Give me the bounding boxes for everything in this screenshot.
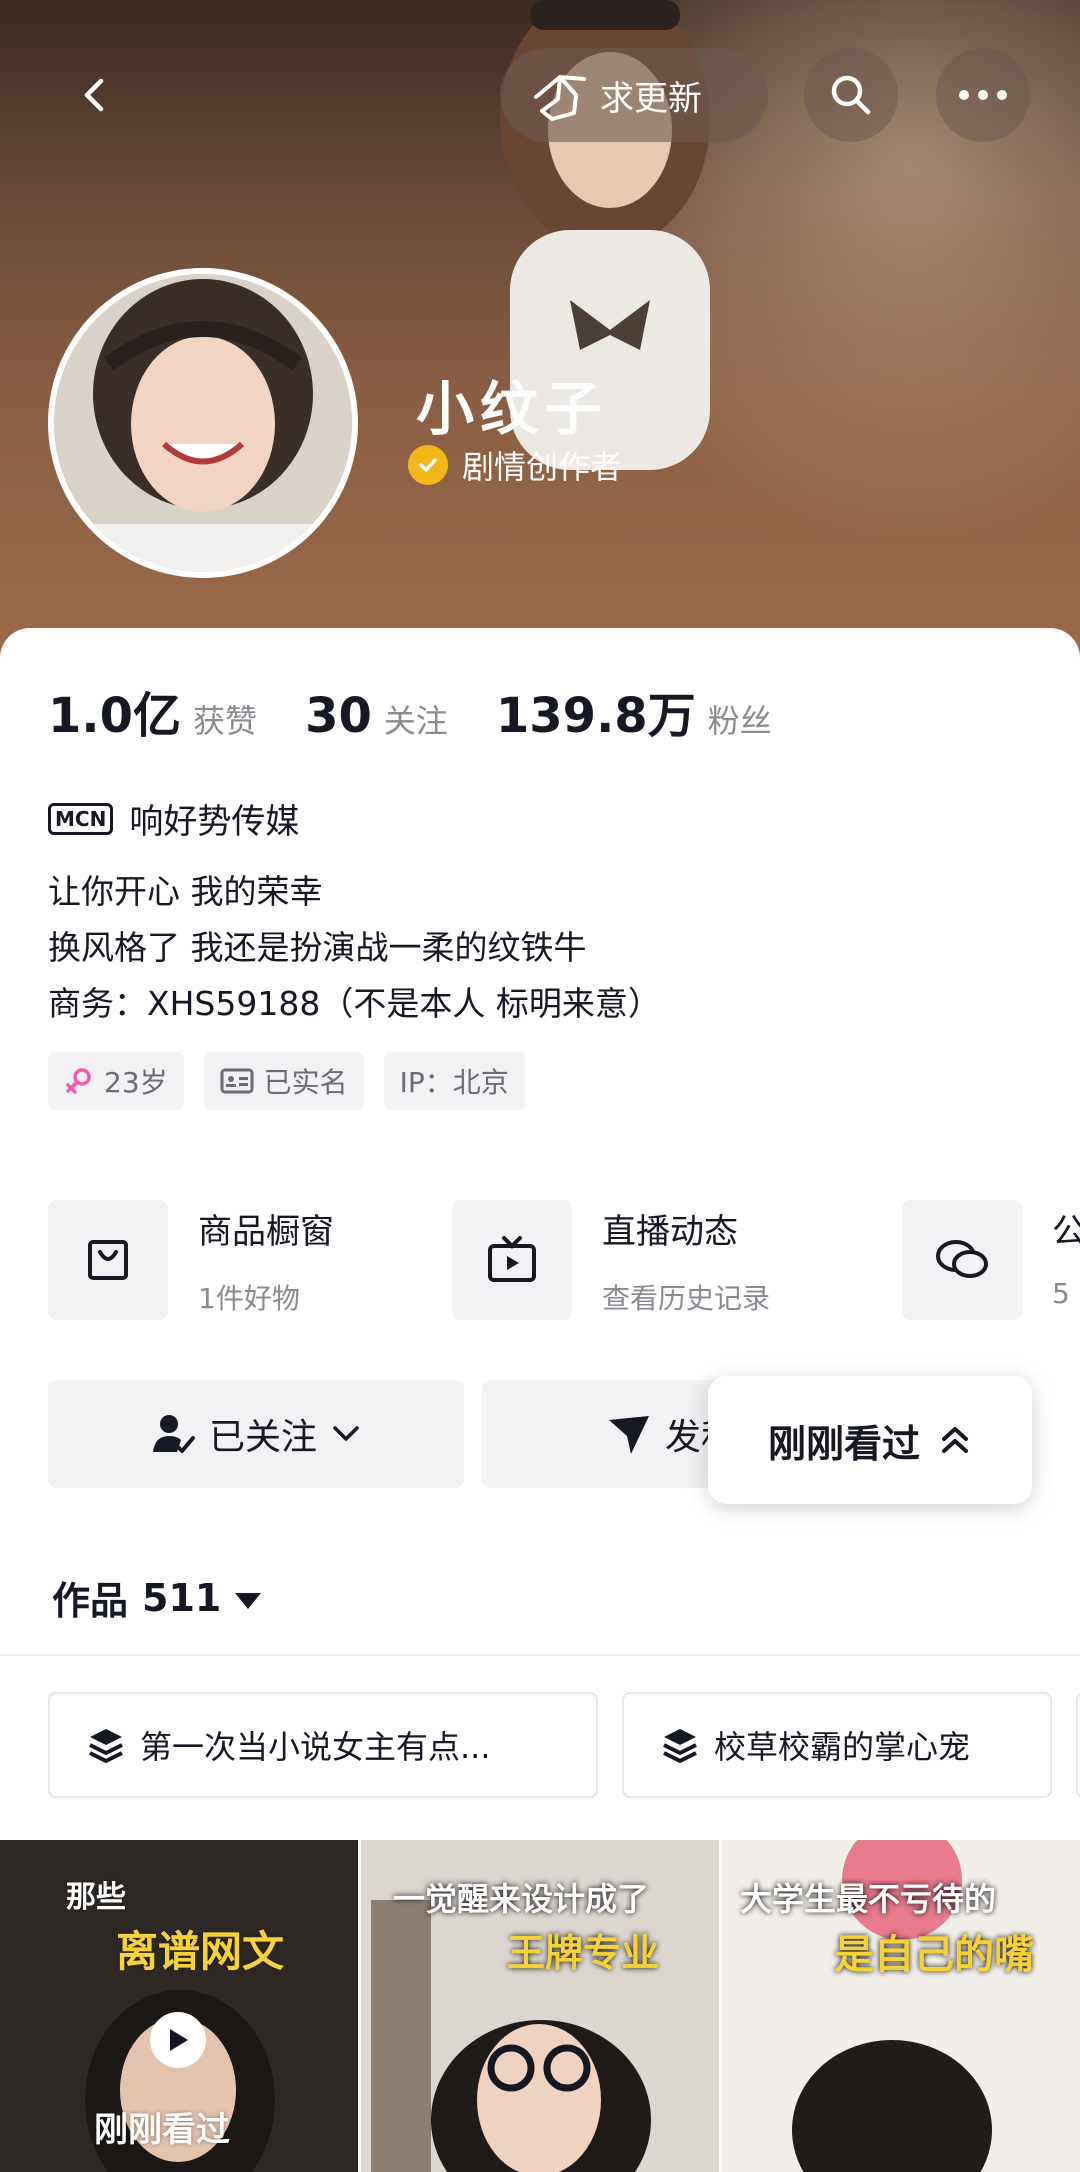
shopping-bag-icon: [88, 1240, 128, 1280]
paper-plane-icon: [608, 1416, 649, 1454]
service-icon-box: [902, 1200, 1022, 1320]
mcn-row[interactable]: MCN 响好势传媒: [48, 794, 299, 843]
service-subtitle: 5: [1052, 1277, 1070, 1310]
video-caption-line1: 一觉醒来设计成了: [393, 1880, 650, 1918]
service-subtitle: 1件好物: [198, 1282, 300, 1315]
real-name-label: 已实名: [263, 1066, 348, 1099]
following-label[interactable]: 关注: [384, 696, 448, 742]
id-card-icon: [220, 1068, 254, 1094]
verified-check-icon: [408, 445, 448, 485]
layers-icon: [89, 1729, 123, 1763]
video-caption-line1: 大学生最不亏待的: [740, 1880, 997, 1918]
avatar-photo: [54, 274, 352, 572]
service-title: 公: [1052, 1212, 1080, 1252]
avatar[interactable]: [48, 268, 358, 578]
age-tag: 23岁: [48, 1052, 184, 1110]
followed-button[interactable]: 已关注: [48, 1380, 464, 1488]
bio: 让你开心 我的荣幸 换风格了 我还是扮演战一柔的纹铁牛 商务：XHS59188（…: [48, 864, 661, 1032]
collection-item[interactable]: 校草校霸的掌心宠: [622, 1692, 1052, 1798]
chevron-left-icon: [84, 78, 104, 112]
request-update-button[interactable]: 求更新: [500, 48, 768, 142]
service-showcase[interactable]: 商品橱窗 1件好物: [48, 1200, 334, 1320]
services-row: 商品橱窗 1件好物 直播动态 查看历史记录 公 5: [48, 1200, 1080, 1320]
just-watched-label: 刚刚看过: [767, 1421, 920, 1466]
service-title: 商品橱窗: [198, 1212, 334, 1252]
just-watched-button[interactable]: 刚刚看过: [708, 1376, 1032, 1504]
stats-row: 1.0亿 获赞 30 关注 139.8万 粉丝: [48, 676, 820, 746]
chat-bubbles-icon: [936, 1240, 988, 1278]
bio-line: 商务：XHS59188（不是本人 标明来意）: [48, 984, 661, 1023]
pointing-hand-icon: [534, 75, 586, 121]
double-chevron-up-icon: [942, 1427, 968, 1453]
video-watched-overlay: 刚刚看过: [94, 2110, 230, 2150]
user-check-icon: [152, 1415, 195, 1453]
triangle-down-icon: [235, 1592, 262, 1609]
request-update-label: 求更新: [600, 78, 702, 119]
video-caption-line2: 是自己的嘴: [834, 1932, 1034, 1978]
mcn-name: 响好势传媒: [129, 802, 300, 842]
likes-label: 获赞: [193, 702, 258, 740]
age-label: 23岁: [104, 1066, 168, 1099]
real-name-tag: 已实名: [203, 1052, 364, 1110]
bio-line: 换风格了 我还是扮演战一柔的纹铁牛: [48, 928, 587, 967]
collection-label: 第一次当小说女主有点...: [140, 1728, 491, 1766]
video-caption-line1: 那些: [66, 1880, 126, 1915]
service-icon-box: [452, 1200, 572, 1320]
profile-name: 小纹子: [416, 375, 609, 443]
back-button[interactable]: [48, 48, 142, 142]
video-caption-line2: 离谱网文: [116, 1927, 285, 1976]
divider: [0, 1654, 1080, 1656]
collection-label: 校草校霸的掌心宠: [714, 1728, 971, 1766]
tv-icon: [488, 1236, 536, 1282]
search-icon: [831, 75, 871, 115]
likes-count: 1.0亿: [48, 688, 182, 744]
verify-badge: 剧情创作者: [408, 442, 622, 488]
collections-row: 第一次当小说女主有点... 校草校霸的掌心宠: [48, 1692, 1080, 1802]
tab-works[interactable]: 作品 511: [52, 1570, 262, 1625]
video-thumbnail[interactable]: 那些 离谱网文 刚刚看过: [0, 1840, 358, 2172]
service-subtitle: 查看历史记录: [602, 1282, 771, 1315]
tags-row: 23岁 已实名 IP：北京: [48, 1052, 525, 1110]
mcn-badge: MCN: [48, 802, 114, 835]
bio-line: 让你开心 我的荣幸: [48, 872, 323, 911]
works-count: 511: [142, 1575, 222, 1620]
search-button[interactable]: [804, 48, 898, 142]
video-thumbnail[interactable]: 一觉醒来设计成了 王牌专业: [361, 1840, 719, 2172]
ip-label: IP：北京: [399, 1066, 509, 1099]
service-live[interactable]: 直播动态 查看历史记录: [452, 1200, 770, 1320]
works-label: 作品: [52, 1579, 129, 1623]
collection-item[interactable]: [1076, 1692, 1080, 1798]
followers-count[interactable]: 139.8万: [496, 676, 696, 746]
service-group[interactable]: 公 5: [902, 1200, 1080, 1320]
verify-label: 剧情创作者: [462, 448, 623, 486]
chevron-down-icon: [333, 1426, 359, 1441]
followers-label[interactable]: 粉丝: [708, 696, 772, 742]
ip-tag: IP：北京: [383, 1052, 525, 1110]
video-thumbnail[interactable]: 大学生最不亏待的 是自己的嘴: [722, 1840, 1080, 2172]
layers-icon: [663, 1729, 697, 1763]
play-icon: [150, 2012, 206, 2068]
service-icon-box: [48, 1200, 168, 1320]
more-button[interactable]: [936, 48, 1030, 142]
following-count[interactable]: 30: [305, 688, 372, 744]
female-icon: [66, 1068, 91, 1094]
service-title: 直播动态: [602, 1212, 738, 1252]
video-caption-line2: 王牌专业: [507, 1931, 660, 1975]
followed-label: 已关注: [208, 1417, 317, 1458]
collection-item[interactable]: 第一次当小说女主有点...: [48, 1692, 598, 1798]
more-horizontal-icon: [959, 90, 1007, 100]
video-grid: 那些 离谱网文 刚刚看过 一觉醒来设计成了 王牌专业 大学生最不亏待的 是自己的…: [0, 1840, 1080, 2172]
